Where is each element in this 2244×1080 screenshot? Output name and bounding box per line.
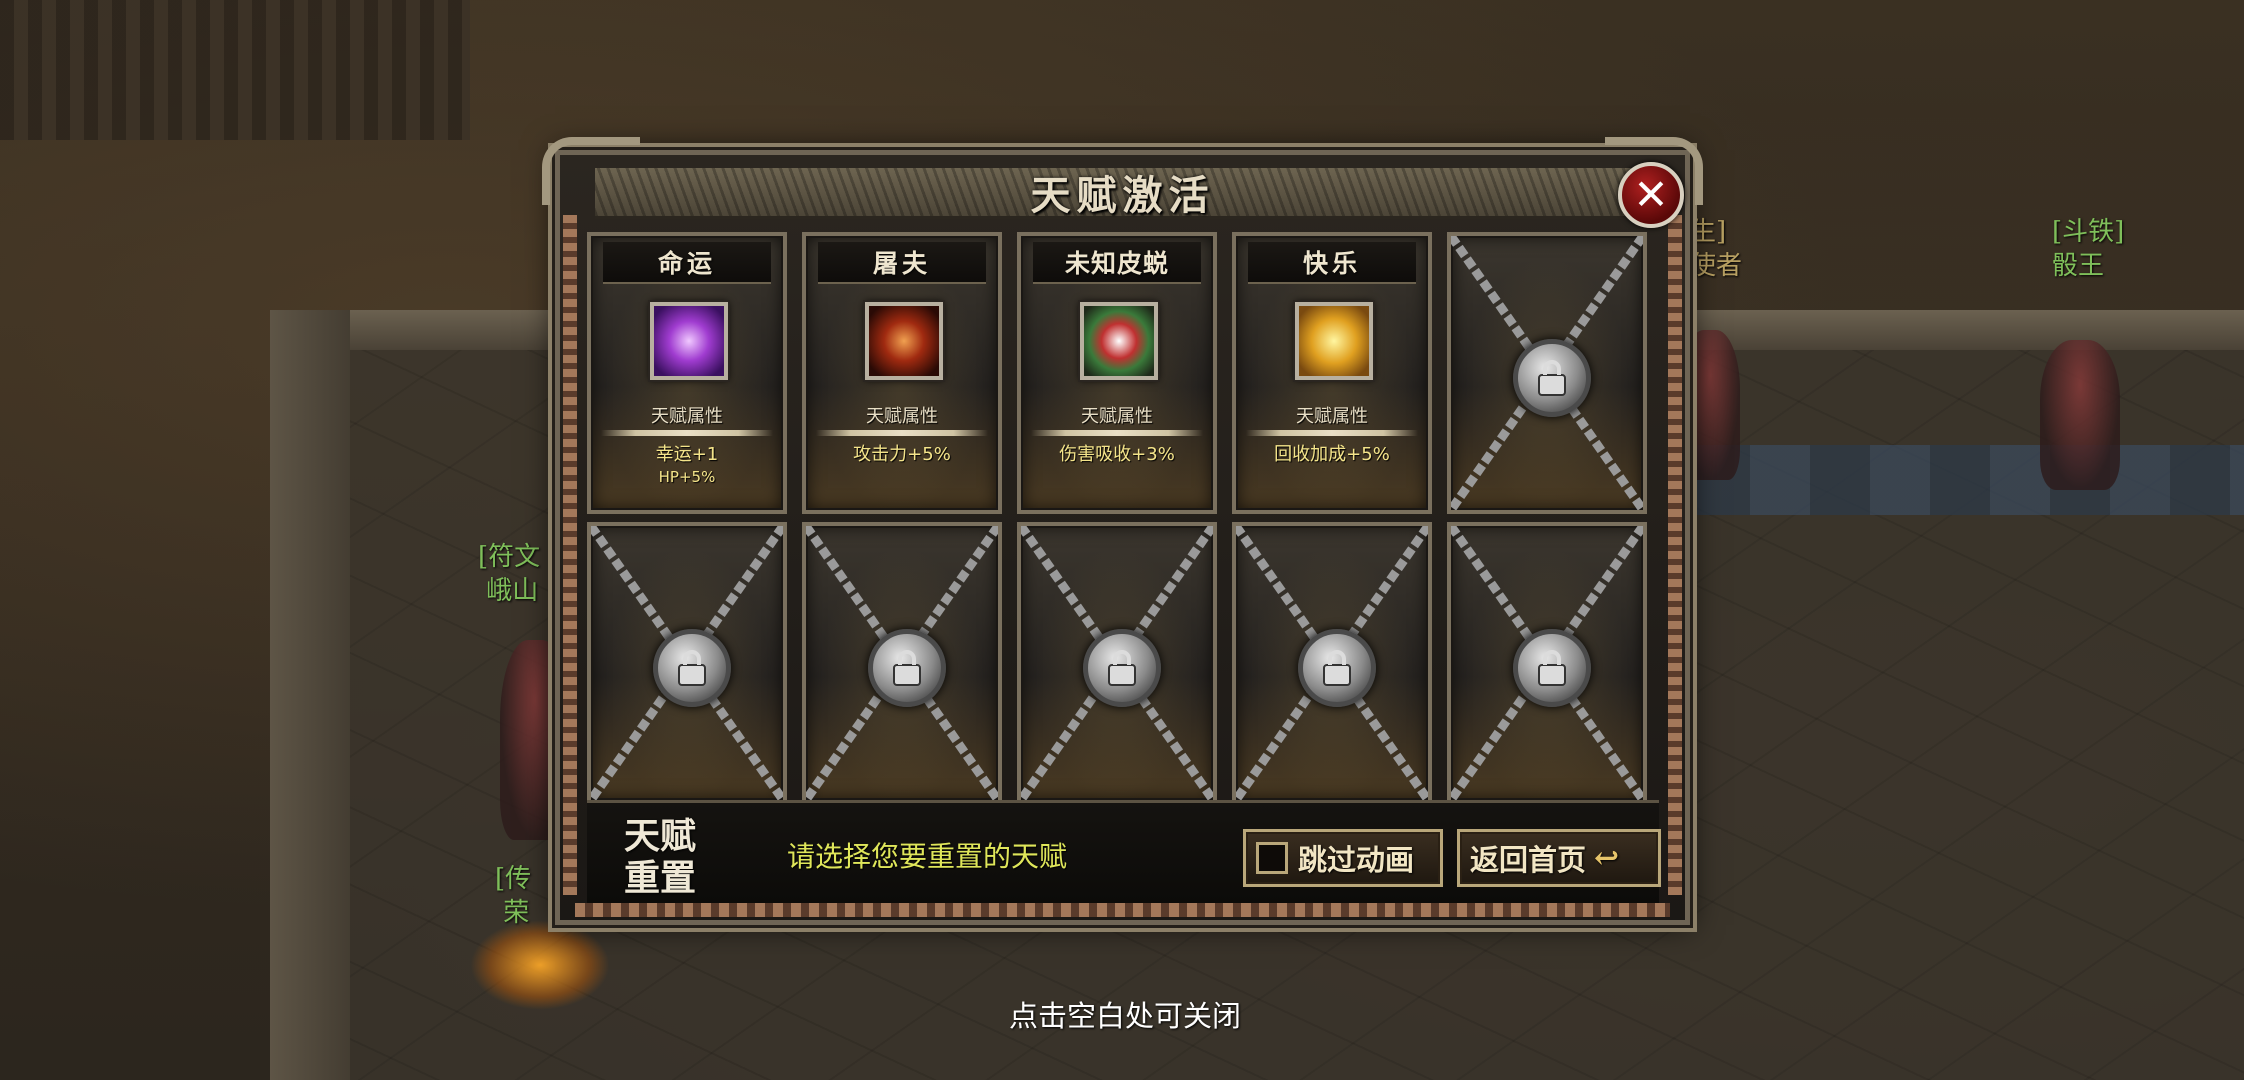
- padlock-icon: [1083, 629, 1161, 707]
- card-banner: 屠夫: [818, 242, 986, 284]
- locked-talent-card[interactable]: [1232, 522, 1432, 804]
- talent-attribute-label: 天赋属性: [866, 406, 938, 427]
- talent-card-butcher[interactable]: 屠夫 天赋属性 攻击力+5%: [802, 232, 1002, 514]
- locked-talent-card[interactable]: [1447, 232, 1647, 514]
- talent-attribute-value: HP+5%: [658, 468, 716, 486]
- talent-name: 屠夫: [872, 249, 931, 278]
- talent-name: 未知皮蜕: [1064, 249, 1169, 278]
- padlock-icon: [1298, 629, 1376, 707]
- frame-chain-right: [1668, 215, 1682, 895]
- skip-animation-label: 跳过动画: [1298, 843, 1415, 877]
- talent-attribute-label: 天赋属性: [1296, 406, 1368, 427]
- npc-name-label[interactable]: [传 荣: [495, 862, 531, 930]
- dialog-title-bar: 天赋激活: [595, 168, 1650, 219]
- background-wall-vertical: [270, 310, 350, 1080]
- dialog-title: 天赋激活: [1030, 172, 1215, 219]
- skip-animation-toggle[interactable]: 跳过动画: [1243, 829, 1443, 887]
- talent-name: 命运: [657, 249, 716, 278]
- skip-animation-checkbox[interactable]: [1256, 842, 1288, 874]
- tap-blank-to-close-hint: 点击空白处可关闭: [1008, 999, 1241, 1033]
- padlock-icon: [868, 629, 946, 707]
- padlock-icon: [653, 629, 731, 707]
- return-home-button[interactable]: 返回首页 ↩: [1457, 829, 1661, 887]
- divider-ornament: [1031, 430, 1203, 436]
- talent-attribute-label: 天赋属性: [1081, 406, 1153, 427]
- npc-name-label[interactable]: 生] 使者: [1690, 215, 1742, 283]
- butcher-talent-icon: [865, 302, 943, 380]
- spell-glow-effect: [470, 920, 610, 1010]
- talent-activation-dialog: 天赋激活 ✕ 命运 天赋属性 幸运+1 HP+5% 屠夫 天赋属性 攻击力+5%: [542, 137, 1703, 925]
- background-rug: [1690, 445, 2244, 515]
- talent-reset-title: 天赋重置: [624, 815, 697, 899]
- card-banner: 未知皮蜕: [1033, 242, 1201, 284]
- unknown-skin-talent-icon: [1080, 302, 1158, 380]
- card-banner: 命运: [603, 242, 771, 284]
- locked-talent-card[interactable]: [802, 522, 1002, 804]
- talent-attribute-value: 攻击力+5%: [853, 444, 951, 465]
- divider-ornament: [1246, 430, 1418, 436]
- talent-attribute-label: 天赋属性: [651, 406, 723, 427]
- return-arrow-icon: ↩: [1594, 840, 1620, 876]
- frame-chain-bottom: [575, 903, 1670, 917]
- reset-prompt-text: 请选择您要重置的天赋: [787, 840, 1068, 873]
- divider-ornament: [601, 430, 773, 436]
- return-home-label: 返回首页: [1470, 843, 1587, 877]
- talent-attribute-value: 幸运+1: [655, 444, 719, 465]
- locked-talent-card[interactable]: [1447, 522, 1647, 804]
- frame-chain-left: [563, 215, 577, 895]
- talent-card-fate[interactable]: 命运 天赋属性 幸运+1 HP+5%: [587, 232, 787, 514]
- card-banner: 快乐: [1248, 242, 1416, 284]
- talent-card-unknown-skin[interactable]: 未知皮蜕 天赋属性 伤害吸收+3%: [1017, 232, 1217, 514]
- padlock-icon: [1513, 629, 1591, 707]
- joy-talent-icon: [1295, 302, 1373, 380]
- npc-figure[interactable]: [2040, 340, 2120, 490]
- talent-attribute-value: 回收加成+5%: [1274, 444, 1390, 465]
- fate-talent-icon: [650, 302, 728, 380]
- padlock-icon: [1513, 339, 1591, 417]
- close-button[interactable]: ✕: [1618, 162, 1684, 228]
- locked-talent-card[interactable]: [1017, 522, 1217, 804]
- talent-reset-bar: 天赋重置 请选择您要重置的天赋 跳过动画 返回首页 ↩: [587, 800, 1661, 903]
- locked-talent-card[interactable]: [587, 522, 787, 804]
- divider-ornament: [816, 430, 988, 436]
- talent-attribute-value: 伤害吸收+3%: [1059, 444, 1175, 465]
- talent-grid: 命运 天赋属性 幸运+1 HP+5% 屠夫 天赋属性 攻击力+5% 未知皮蜕 天…: [587, 232, 1659, 804]
- talent-name: 快乐: [1302, 249, 1361, 278]
- npc-name-label[interactable]: [符文 峨山: [478, 540, 540, 608]
- talent-card-joy[interactable]: 快乐 天赋属性 回收加成+5%: [1232, 232, 1432, 514]
- npc-name-label[interactable]: [斗铁] 骰王: [2052, 215, 2124, 283]
- background-roof: [0, 0, 470, 140]
- close-icon: ✕: [1633, 170, 1669, 219]
